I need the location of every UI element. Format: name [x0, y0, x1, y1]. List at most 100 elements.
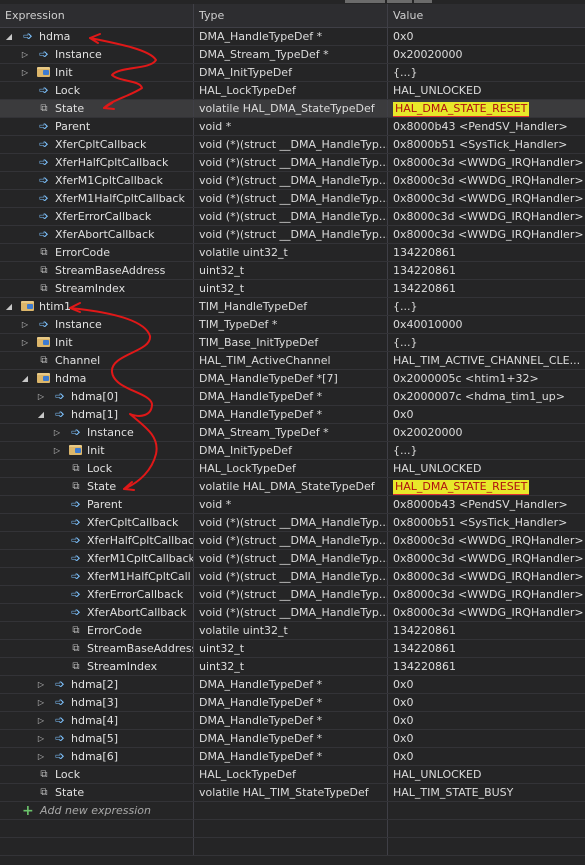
collapsed-arrow-icon[interactable]: ▷ — [20, 334, 30, 351]
value-cell[interactable]: 134220861 — [388, 280, 585, 297]
tree-row[interactable]: ➩ Lock HAL_LockTypeDef HAL_UNLOCKED — [0, 82, 585, 100]
tree-row[interactable]: ⧉ StreamIndex uint32_t 134220861 — [0, 280, 585, 298]
tree-row[interactable]: ⧉ State volatile HAL_TIM_StateTypeDef HAL_T… — [0, 784, 585, 802]
expression-cell[interactable]: ▷ ➩ hdma[5] — [0, 730, 194, 747]
value-cell[interactable]: HAL_UNLOCKED — [388, 460, 585, 477]
expression-cell[interactable]: ➩ XferAbortCallback — [0, 226, 194, 243]
expression-cell[interactable]: ⧉ Lock — [0, 766, 194, 783]
tree-row[interactable]: ➩ XferM1CpltCallback void (*)(struct __DMA… — [0, 172, 585, 190]
expression-cell[interactable]: ➩ XferM1HalfCpltCallback — [0, 190, 194, 207]
value-cell[interactable]: {...} — [388, 334, 585, 351]
tree-row[interactable]: ⧉ Lock HAL_LockTypeDef HAL_UNLOCKED — [0, 460, 585, 478]
tree-row[interactable]: ➩ XferErrorCallback void (*)(struct __DMA_… — [0, 208, 585, 226]
tree-row[interactable]: ➩ XferErrorCallback void (*)(struct __DMA_… — [0, 586, 585, 604]
value-cell[interactable]: 134220861 — [388, 262, 585, 279]
value-cell[interactable]: HAL_DMA_STATE_RESET — [388, 100, 585, 117]
tree-row[interactable]: ▷ Init DMA_InitTypeDef {...} — [0, 64, 585, 82]
collapsed-arrow-icon[interactable]: ▷ — [20, 46, 30, 63]
collapsed-arrow-icon[interactable]: ▷ — [20, 316, 30, 333]
collapsed-arrow-icon[interactable]: ▷ — [36, 748, 46, 765]
value-cell[interactable]: 0x8000c3d <WWDG_IRQHandler> — [388, 586, 585, 603]
expression-cell[interactable]: ⧉ StreamBaseAddress — [0, 640, 194, 657]
tree-row[interactable]: ➩ XferHalfCpltCallbac void (*)(struct __DM… — [0, 532, 585, 550]
expression-cell[interactable]: ▷ Init — [0, 64, 194, 81]
tree-row[interactable]: ➩ XferM1HalfCpltCallback void (*)(struct _… — [0, 190, 585, 208]
expression-cell[interactable]: ➩ Lock — [0, 82, 194, 99]
expression-cell[interactable]: ➩ XferCpltCallback — [0, 514, 194, 531]
tree-row[interactable]: ▷ ➩ Instance TIM_TypeDef * 0x40010000 — [0, 316, 585, 334]
collapsed-arrow-icon[interactable]: ▷ — [52, 442, 62, 459]
value-cell[interactable]: HAL_TIM_ACTIVE_CHANNEL_CLE... — [388, 352, 585, 369]
tree-row[interactable]: ▷ Init DMA_InitTypeDef {...} — [0, 442, 585, 460]
expression-cell[interactable]: ➩ XferErrorCallback — [0, 586, 194, 603]
expression-cell[interactable]: ➩ Parent — [0, 118, 194, 135]
expression-cell[interactable]: ⧉ State — [0, 478, 194, 495]
value-cell[interactable]: 134220861 — [388, 640, 585, 657]
tree-row[interactable]: ➩ Parent void * 0x8000b43 <PendSV_Handler> — [0, 118, 585, 136]
header-value[interactable]: Value — [388, 4, 585, 27]
tree-row[interactable]: ▷ ➩ hdma[3] DMA_HandleTypeDef * 0x0 — [0, 694, 585, 712]
collapsed-arrow-icon[interactable]: ▷ — [36, 730, 46, 747]
expression-cell[interactable]: ➩ XferM1CpltCallback — [0, 172, 194, 189]
expression-cell[interactable]: ⧉ State — [0, 100, 194, 117]
expression-cell[interactable]: ▷ ➩ Instance — [0, 424, 194, 441]
value-cell[interactable]: 0x8000c3d <WWDG_IRQHandler> — [388, 190, 585, 207]
collapsed-arrow-icon[interactable]: ▷ — [52, 424, 62, 441]
value-cell[interactable]: HAL_UNLOCKED — [388, 766, 585, 783]
value-cell[interactable]: {...} — [388, 442, 585, 459]
expression-cell[interactable]: ▷ Init — [0, 442, 194, 459]
expression-cell[interactable]: ⧉ Channel — [0, 352, 194, 369]
value-cell[interactable]: {...} — [388, 298, 585, 315]
value-cell[interactable]: 134220861 — [388, 658, 585, 675]
expression-cell[interactable]: ◢ hdma — [0, 370, 194, 387]
value-cell[interactable]: 0x0 — [388, 712, 585, 729]
header-expression[interactable]: Expression — [0, 4, 194, 27]
tree-row[interactable]: ◢ ➩ hdma DMA_HandleTypeDef * 0x0 — [0, 28, 585, 46]
expanded-arrow-icon[interactable]: ◢ — [36, 406, 46, 423]
expression-cell[interactable]: ➩ XferHalfCpltCallbac — [0, 532, 194, 549]
expression-cell[interactable]: ➩ XferAbortCallback — [0, 604, 194, 621]
tree-row[interactable]: ➩ XferHalfCpltCallback void (*)(struct __D… — [0, 154, 585, 172]
collapsed-arrow-icon[interactable]: ▷ — [36, 694, 46, 711]
tree-row[interactable]: ⧉ Channel HAL_TIM_ActiveChannel HAL_TIM_ACT… — [0, 352, 585, 370]
expression-cell[interactable]: ⧉ ErrorCode — [0, 244, 194, 261]
add-new-expression-row[interactable]: + Add new expression — [0, 802, 585, 820]
tree-row[interactable]: ⧉ ErrorCode volatile uint32_t 134220861 — [0, 622, 585, 640]
value-cell[interactable]: 0x2000007c <hdma_tim1_up> — [388, 388, 585, 405]
tree-row[interactable]: ⧉ State volatile HAL_DMA_StateTypeDef HAL_D… — [0, 478, 585, 496]
value-cell[interactable]: 134220861 — [388, 622, 585, 639]
expression-cell[interactable]: ⧉ ErrorCode — [0, 622, 194, 639]
expanded-arrow-icon[interactable]: ◢ — [20, 370, 30, 387]
value-cell[interactable]: 0x8000c3d <WWDG_IRQHandler> — [388, 208, 585, 225]
value-cell[interactable]: 0x0 — [388, 748, 585, 765]
expression-cell[interactable]: ➩ XferM1CpltCallback — [0, 550, 194, 567]
value-cell[interactable]: 0x20020000 — [388, 424, 585, 441]
value-cell[interactable]: HAL_UNLOCKED — [388, 82, 585, 99]
tree-row[interactable]: ▷ ➩ Instance DMA_Stream_TypeDef * 0x20020000 — [0, 424, 585, 442]
expression-cell[interactable]: ▷ ➩ Instance — [0, 46, 194, 63]
expression-cell[interactable]: ▷ ➩ hdma[0] — [0, 388, 194, 405]
tree-row[interactable]: ⧉ StreamIndex uint32_t 134220861 — [0, 658, 585, 676]
collapsed-arrow-icon[interactable]: ▷ — [36, 388, 46, 405]
expression-cell[interactable]: ➩ XferErrorCallback — [0, 208, 194, 225]
expression-cell[interactable]: ▷ Init — [0, 334, 194, 351]
expression-cell[interactable]: ▷ ➩ hdma[6] — [0, 748, 194, 765]
tree-row[interactable]: ➩ XferM1HalfCpltCall void (*)(struct __DMA… — [0, 568, 585, 586]
value-cell[interactable]: 0x8000c3d <WWDG_IRQHandler> — [388, 154, 585, 171]
expression-cell[interactable]: + Add new expression — [0, 802, 194, 819]
value-cell[interactable]: 0x8000c3d <WWDG_IRQHandler> — [388, 568, 585, 585]
expression-cell[interactable]: ➩ XferCpltCallback — [0, 136, 194, 153]
tree-row[interactable]: ➩ Parent void * 0x8000b43 <PendSV_Handler> — [0, 496, 585, 514]
expanded-arrow-icon[interactable]: ◢ — [4, 28, 14, 45]
tree-row[interactable]: ➩ XferCpltCallback void (*)(struct __DMA_H… — [0, 514, 585, 532]
tree-row[interactable]: ◢ htim1 TIM_HandleTypeDef {...} — [0, 298, 585, 316]
tree-row[interactable]: ▷ ➩ hdma[6] DMA_HandleTypeDef * 0x0 — [0, 748, 585, 766]
expression-cell[interactable]: ▷ ➩ Instance — [0, 316, 194, 333]
expression-cell[interactable]: ⧉ StreamIndex — [0, 280, 194, 297]
value-cell[interactable]: 0x8000b43 <PendSV_Handler> — [388, 118, 585, 135]
value-cell[interactable]: 0x8000b43 <PendSV_Handler> — [388, 496, 585, 513]
value-cell[interactable]: 0x40010000 — [388, 316, 585, 333]
tree-row[interactable]: ⧉ State volatile HAL_DMA_StateTypeDef HAL_D… — [0, 100, 585, 118]
tree-row[interactable]: ▷ ➩ hdma[5] DMA_HandleTypeDef * 0x0 — [0, 730, 585, 748]
value-cell[interactable]: 0x8000c3d <WWDG_IRQHandler> — [388, 532, 585, 549]
